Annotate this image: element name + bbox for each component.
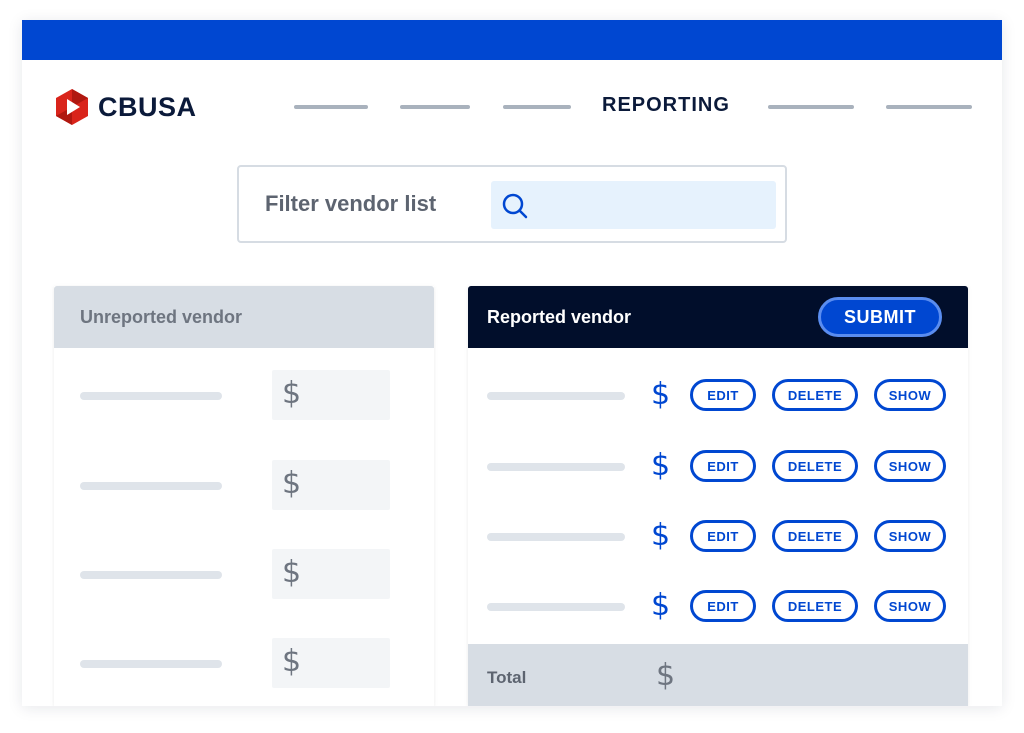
dollar-icon: $ (282, 644, 302, 679)
show-button[interactable]: SHOW (874, 590, 946, 622)
show-button[interactable]: SHOW (874, 520, 946, 552)
nav-item-1[interactable] (294, 105, 368, 109)
vendor-name-placeholder (80, 660, 222, 668)
vendor-row[interactable]: $ (54, 370, 434, 420)
vendor-row: $ EDIT DELETE SHOW (468, 377, 968, 413)
search-icon[interactable] (501, 192, 529, 220)
total-row: Total $ (468, 644, 968, 706)
vendor-name-placeholder (487, 603, 625, 611)
vendor-name-placeholder (80, 392, 222, 400)
vendor-name-placeholder (487, 392, 625, 400)
nav-item-reporting[interactable]: REPORTING (602, 94, 730, 117)
dollar-icon: $ (651, 518, 671, 553)
amount-field[interactable]: $ (272, 370, 390, 420)
dollar-icon: $ (282, 376, 302, 411)
total-label: Total (487, 668, 527, 687)
vendor-name-placeholder (80, 482, 222, 490)
amount-field[interactable]: $ (272, 549, 390, 599)
brand-logo[interactable]: CBUSA (54, 88, 197, 126)
edit-button[interactable]: EDIT (690, 520, 756, 552)
vendor-name-placeholder (487, 463, 625, 471)
vendor-name-placeholder (487, 533, 625, 541)
edit-button[interactable]: EDIT (690, 379, 756, 411)
nav-item-2[interactable] (400, 105, 470, 109)
amount-field[interactable]: $ (272, 638, 390, 688)
delete-button[interactable]: DELETE (772, 379, 858, 411)
cbusa-logo-icon (56, 89, 88, 125)
show-button[interactable]: SHOW (874, 450, 946, 482)
top-bar (22, 20, 1002, 60)
vendor-name-placeholder (80, 571, 222, 579)
filter-label: Filter vendor list (265, 191, 437, 216)
vendor-row[interactable]: $ (54, 638, 434, 688)
dollar-icon: $ (651, 588, 671, 623)
brand-name: CBUSA (98, 91, 197, 122)
edit-button[interactable]: EDIT (690, 590, 756, 622)
panel-title: Unreported vendor (80, 307, 243, 327)
dollar-icon: $ (651, 448, 671, 483)
show-button[interactable]: SHOW (874, 379, 946, 411)
unreported-vendor-panel: Unreported vendor $ $ $ $ (54, 286, 434, 706)
panel-title: Reported vendor (487, 307, 632, 327)
nav-item-3[interactable] (503, 105, 571, 109)
delete-button[interactable]: DELETE (772, 520, 858, 552)
nav-item-5[interactable] (768, 105, 854, 109)
search-input[interactable] (491, 181, 776, 229)
nav-item-6[interactable] (886, 105, 972, 109)
panel-header: Reported vendor SUBMIT (468, 286, 968, 348)
vendor-row: $ EDIT DELETE SHOW (468, 518, 968, 554)
dollar-icon: $ (282, 466, 302, 501)
dollar-icon: $ (282, 555, 302, 590)
submit-button[interactable]: SUBMIT (818, 297, 942, 337)
vendor-row: $ EDIT DELETE SHOW (468, 588, 968, 624)
amount-field[interactable]: $ (272, 460, 390, 510)
edit-button[interactable]: EDIT (690, 450, 756, 482)
filter-box: Filter vendor list (237, 165, 787, 243)
dollar-icon: $ (656, 658, 676, 693)
vendor-row[interactable]: $ (54, 549, 434, 599)
delete-button[interactable]: DELETE (772, 450, 858, 482)
delete-button[interactable]: DELETE (772, 590, 858, 622)
dollar-icon: $ (651, 377, 671, 412)
app-window: CBUSA REPORTING Filter vendor list Unrep… (22, 20, 1002, 706)
reported-vendor-panel: Reported vendor SUBMIT $ EDIT DELETE SHO… (468, 286, 968, 706)
vendor-row: $ EDIT DELETE SHOW (468, 448, 968, 484)
vendor-row[interactable]: $ (54, 460, 434, 510)
